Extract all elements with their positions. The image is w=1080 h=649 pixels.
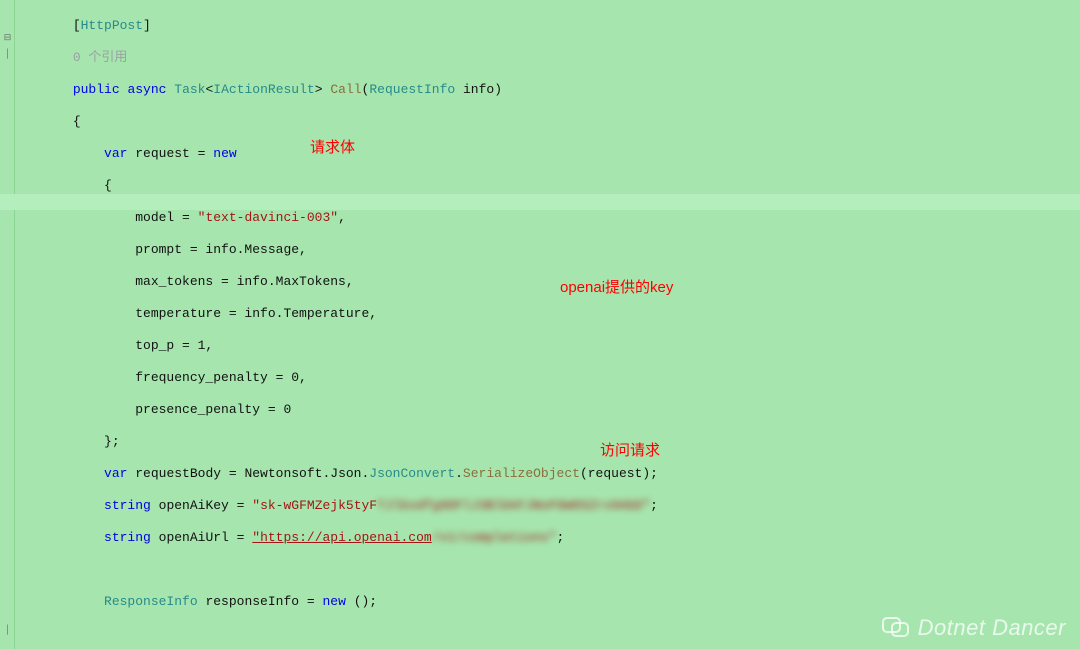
fold-minus-icon[interactable]: ⊟ xyxy=(3,34,12,43)
wechat-icon xyxy=(882,617,908,639)
code-line: var requestBody = Newtonsoft.Json.JsonCo… xyxy=(26,466,1080,482)
code-line: prompt = info.Message, xyxy=(26,242,1080,258)
code-line: top_p = 1, xyxy=(26,338,1080,354)
code-line: var request = new xyxy=(26,146,1080,162)
code-line: frequency_penalty = 0, xyxy=(26,370,1080,386)
code-line: public async Task<IActionResult> Call(Re… xyxy=(26,82,1080,98)
code-line: string openAiKey = "sk-wGFMZejk5tyFTJlbs… xyxy=(26,498,1080,514)
code-line: }; xyxy=(26,434,1080,450)
code-line: ResponseInfo responseInfo = new (); xyxy=(26,594,1080,610)
code-lens[interactable]: 0 个引用 xyxy=(26,50,1080,66)
code-line: temperature = info.Temperature, xyxy=(26,306,1080,322)
code-editor[interactable]: [HttpPost] 0 个引用 public async Task<IActi… xyxy=(14,0,1080,649)
blurred-url: /v1/completions" xyxy=(432,530,557,546)
code-line: max_tokens = info.MaxTokens, xyxy=(26,274,1080,290)
annotation-label: 请求体 xyxy=(310,140,355,156)
code-line: [HttpPost] xyxy=(26,18,1080,34)
code-line xyxy=(26,562,1080,578)
code-line: { xyxy=(26,178,1080,194)
code-line: model = "text-davinci-003", xyxy=(26,210,1080,226)
code-line: { xyxy=(26,114,1080,130)
watermark-text: Dotnet Dancer xyxy=(918,620,1066,636)
annotation-label: openai提供的key xyxy=(560,280,673,296)
fold-line-icon: │ xyxy=(3,626,12,635)
code-line: string openAiUrl = "https://api.openai.c… xyxy=(26,530,1080,546)
code-line: presence_penalty = 0 xyxy=(26,402,1080,418)
fold-line-icon: │ xyxy=(3,50,12,59)
fold-gutter: ⊟ │ │ xyxy=(0,0,15,649)
blurred-secret: TJlbsdfg9DFlJ3BlbkFJNoFGW85Zrx9AbD" xyxy=(377,498,650,514)
annotation-label: 访问请求 xyxy=(600,443,660,459)
watermark: Dotnet Dancer xyxy=(882,617,1066,639)
